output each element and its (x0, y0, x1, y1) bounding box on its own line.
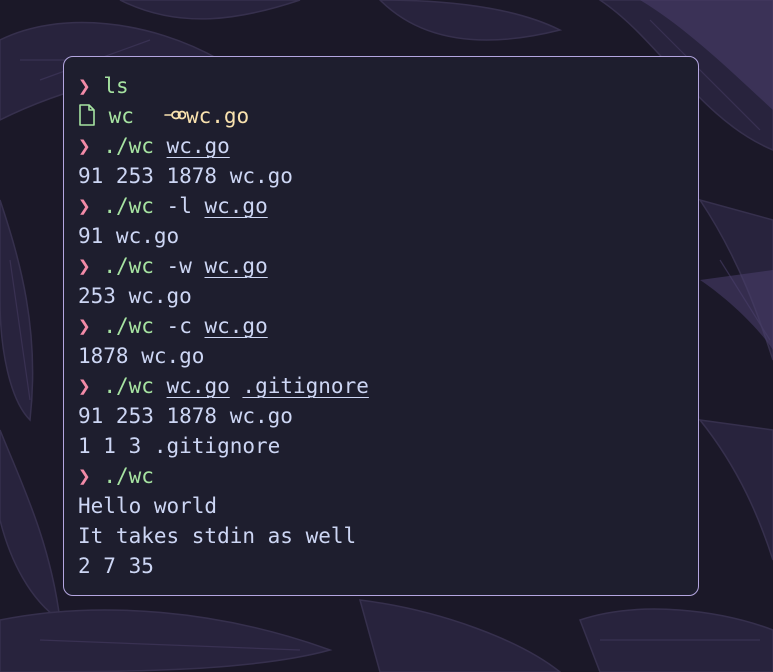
output-text: 253 wc.go (78, 284, 192, 308)
output-line: 2 7 35 (78, 551, 698, 581)
output-text: 2 7 35 (78, 554, 154, 578)
file-name[interactable]: wc.go (186, 104, 249, 128)
file-icon (78, 104, 96, 134)
path-argument: wc.go (204, 194, 268, 218)
command-name: ./wc (103, 314, 154, 338)
command-line: ❯ ./wc (78, 461, 698, 491)
output-text: 1 1 3 .gitignore (78, 434, 281, 458)
output-line: Hello world (78, 491, 698, 521)
prompt-symbol: ❯ (78, 464, 91, 488)
output-line: 91 wc.go (78, 221, 698, 251)
command-line: ❯ ls (78, 71, 698, 101)
output-line: 1878 wc.go (78, 341, 698, 371)
command-name: ./wc (103, 134, 154, 158)
output-text: It takes stdin as well (78, 524, 357, 548)
prompt-symbol: ❯ (78, 134, 91, 158)
path-argument: .gitignore (242, 374, 369, 398)
output-text: 91 253 1878 wc.go (78, 164, 293, 188)
output-line: 253 wc.go (78, 281, 698, 311)
output-line: 91 253 1878 wc.go (78, 401, 698, 431)
command-line: ❯ ./wc wc.go (78, 131, 698, 161)
command-name: ls (103, 74, 129, 98)
output-line: 91 253 1878 wc.go (78, 161, 698, 191)
command-line: ❯ ./wc -l wc.go (78, 191, 698, 221)
terminal-output: ❯ ls wc wc.go ❯ ./wc wc.go 91 253 1878 wc.g… (78, 71, 698, 581)
path-argument: wc.go (204, 314, 268, 338)
terminal-window[interactable]: ❯ ls wc wc.go ❯ ./wc wc.go 91 253 1878 wc.g… (63, 56, 699, 596)
output-text: 1878 wc.go (78, 344, 205, 368)
prompt-symbol: ❯ (78, 314, 91, 338)
command-line: ❯ ./wc wc.go .gitignore (78, 371, 698, 401)
command-name: ./wc (103, 374, 154, 398)
prompt-symbol: ❯ (78, 254, 91, 278)
command-name: ./wc (103, 254, 154, 278)
command-name: ./wc (103, 194, 154, 218)
output-line: 1 1 3 .gitignore (78, 431, 698, 461)
flag-argument: -l (166, 194, 192, 218)
output-text: 91 253 1878 wc.go (78, 404, 293, 428)
path-argument: wc.go (166, 134, 230, 158)
output-line: It takes stdin as well (78, 521, 698, 551)
command-line: ❯ ./wc -w wc.go (78, 251, 698, 281)
file-name[interactable]: wc (109, 104, 134, 128)
ls-output: wc wc.go (78, 101, 698, 131)
path-argument: wc.go (166, 374, 230, 398)
flag-argument: -w (166, 254, 192, 278)
prompt-symbol: ❯ (78, 194, 91, 218)
flag-argument: -c (166, 314, 192, 338)
prompt-symbol: ❯ (78, 374, 91, 398)
path-argument: wc.go (204, 254, 268, 278)
command-name: ./wc (103, 464, 154, 488)
output-text: Hello world (78, 494, 218, 518)
command-line: ❯ ./wc -c wc.go (78, 311, 698, 341)
output-text: 91 wc.go (78, 224, 180, 248)
go-icon (164, 104, 187, 134)
prompt-symbol: ❯ (78, 74, 91, 98)
